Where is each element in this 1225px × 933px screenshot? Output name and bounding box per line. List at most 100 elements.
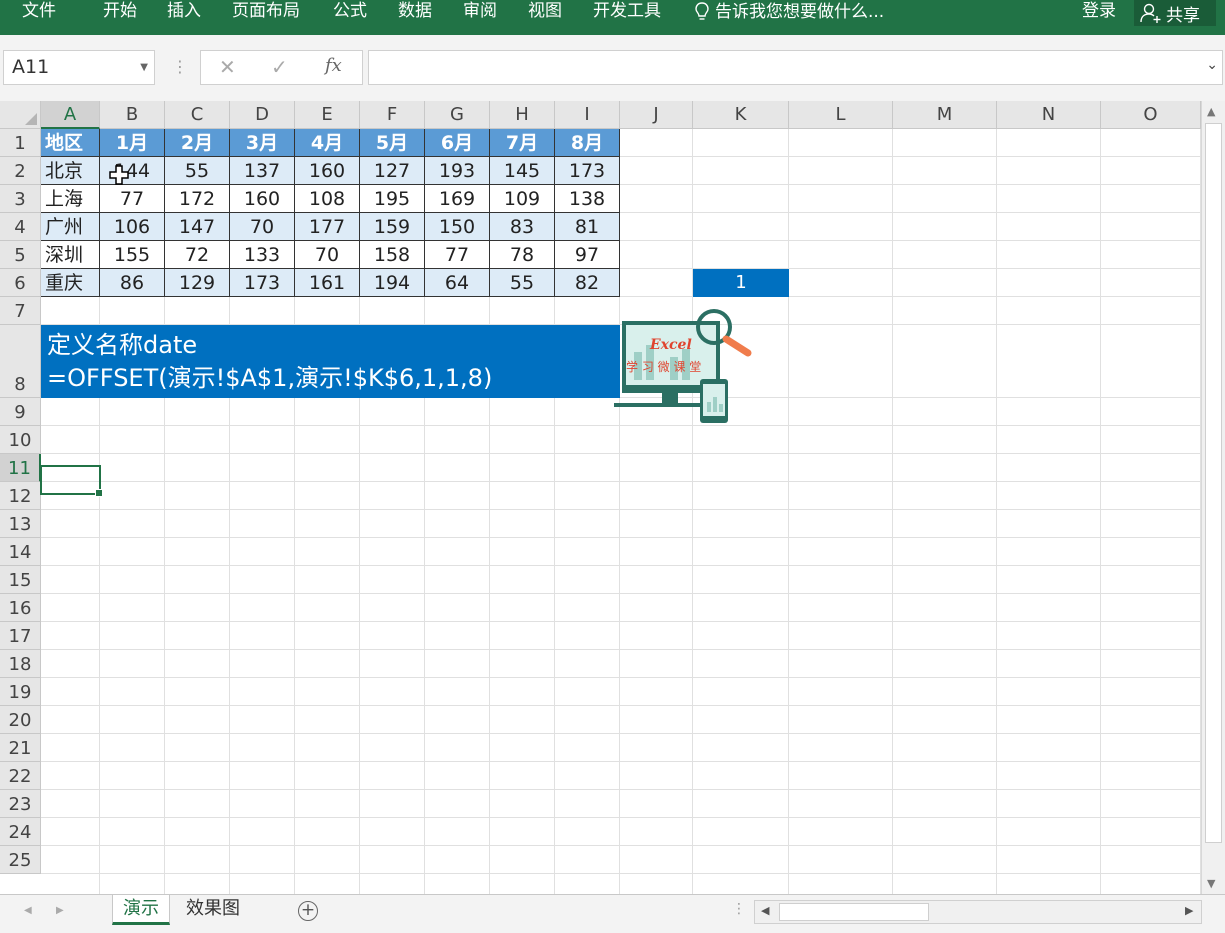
table-header-cell-g[interactable]: 6月: [425, 129, 490, 157]
drag-handle-icon[interactable]: ⋮: [172, 57, 188, 76]
table-cell-e2[interactable]: 160: [295, 157, 360, 185]
tab-formulas[interactable]: 公式: [333, 0, 367, 24]
column-header-a[interactable]: A: [41, 101, 100, 129]
row-header-7[interactable]: 7: [0, 297, 41, 325]
table-header-cell-d[interactable]: 3月: [230, 129, 295, 157]
row-header-17[interactable]: 17: [0, 622, 41, 650]
row-header-21[interactable]: 21: [0, 734, 41, 762]
split-handle-icon[interactable]: ⋮: [732, 901, 746, 917]
row-header-8[interactable]: 8: [0, 325, 41, 398]
select-all-button[interactable]: [0, 101, 41, 129]
table-cell-e3[interactable]: 108: [295, 185, 360, 213]
table-cell-d4[interactable]: 70: [230, 213, 295, 241]
row-header-18[interactable]: 18: [0, 650, 41, 678]
tab-home[interactable]: 开始: [103, 0, 137, 24]
name-box[interactable]: A11 ▼: [3, 50, 155, 85]
column-header-i[interactable]: I: [555, 101, 620, 129]
table-header-cell-c[interactable]: 2月: [165, 129, 230, 157]
horizontal-scrollbar[interactable]: ◀ ▶: [754, 900, 1202, 924]
vertical-scroll-thumb[interactable]: [1205, 123, 1222, 843]
column-header-d[interactable]: D: [230, 101, 295, 129]
table-cell-h2[interactable]: 145: [490, 157, 555, 185]
column-header-b[interactable]: B: [100, 101, 165, 129]
table-header-cell-e[interactable]: 4月: [295, 129, 360, 157]
sheet-tab-demo[interactable]: 演示: [112, 895, 170, 925]
scroll-up-icon[interactable]: ▲: [1207, 105, 1215, 118]
table-cell-a2[interactable]: 北京: [41, 157, 100, 185]
horizontal-scroll-thumb[interactable]: [779, 903, 929, 921]
tab-scroll-left-icon[interactable]: ◀: [24, 905, 32, 916]
table-cell-a4[interactable]: 广州: [41, 213, 100, 241]
table-cell-c2[interactable]: 55: [165, 157, 230, 185]
table-header-cell-b[interactable]: 1月: [100, 129, 165, 157]
column-header-g[interactable]: G: [425, 101, 490, 129]
tell-me-box[interactable]: 告诉我您想要做什么...: [695, 0, 884, 24]
table-cell-a3[interactable]: 上海: [41, 185, 100, 213]
table-cell-a5[interactable]: 深圳: [41, 241, 100, 269]
table-cell-d3[interactable]: 160: [230, 185, 295, 213]
table-cell-i6[interactable]: 82: [555, 269, 620, 297]
table-cell-a6[interactable]: 重庆: [41, 269, 100, 297]
row-header-25[interactable]: 25: [0, 846, 41, 874]
table-cell-b5[interactable]: 155: [100, 241, 165, 269]
table-cell-e4[interactable]: 177: [295, 213, 360, 241]
column-header-l[interactable]: L: [789, 101, 893, 129]
row-header-13[interactable]: 13: [0, 510, 41, 538]
tab-review[interactable]: 审阅: [463, 0, 497, 24]
table-cell-g5[interactable]: 77: [425, 241, 490, 269]
table-cell-b4[interactable]: 106: [100, 213, 165, 241]
formula-input[interactable]: ⌄: [368, 50, 1223, 85]
table-cell-f2[interactable]: 127: [360, 157, 425, 185]
table-header-cell-f[interactable]: 5月: [360, 129, 425, 157]
row-header-9[interactable]: 9: [0, 398, 41, 426]
table-cell-d2[interactable]: 137: [230, 157, 295, 185]
table-cell-i4[interactable]: 81: [555, 213, 620, 241]
table-header-cell-h[interactable]: 7月: [490, 129, 555, 157]
row-header-11[interactable]: 11: [0, 454, 41, 482]
row-header-22[interactable]: 22: [0, 762, 41, 790]
table-cell-c4[interactable]: 147: [165, 213, 230, 241]
expand-formula-icon[interactable]: ⌄: [1206, 57, 1218, 73]
column-header-f[interactable]: F: [360, 101, 425, 129]
tab-page-layout[interactable]: 页面布局: [232, 0, 300, 24]
table-cell-g3[interactable]: 169: [425, 185, 490, 213]
row-header-14[interactable]: 14: [0, 538, 41, 566]
note-block[interactable]: 定义名称date =OFFSET(演示!$A$1,演示!$K$6,1,1,8): [41, 325, 620, 398]
table-cell-e5[interactable]: 70: [295, 241, 360, 269]
table-cell-c6[interactable]: 129: [165, 269, 230, 297]
chevron-down-icon[interactable]: ▼: [140, 51, 148, 84]
login-link[interactable]: 登录: [1082, 0, 1116, 22]
column-header-h[interactable]: H: [490, 101, 555, 129]
row-header-24[interactable]: 24: [0, 818, 41, 846]
table-header-cell-i[interactable]: 8月: [555, 129, 620, 157]
tab-view[interactable]: 视图: [528, 0, 562, 24]
table-cell-e6[interactable]: 161: [295, 269, 360, 297]
tab-scroll-right-icon[interactable]: ▶: [56, 905, 64, 916]
column-header-e[interactable]: E: [295, 101, 360, 129]
active-cell-a11[interactable]: [40, 465, 103, 497]
row-header-16[interactable]: 16: [0, 594, 41, 622]
column-header-m[interactable]: M: [893, 101, 997, 129]
table-cell-f4[interactable]: 159: [360, 213, 425, 241]
table-cell-c3[interactable]: 172: [165, 185, 230, 213]
table-cell-g6[interactable]: 64: [425, 269, 490, 297]
insert-function-button[interactable]: fx: [325, 55, 342, 76]
tab-insert[interactable]: 插入: [167, 0, 201, 24]
share-button[interactable]: 共享: [1134, 0, 1216, 26]
row-header-23[interactable]: 23: [0, 790, 41, 818]
column-header-o[interactable]: O: [1101, 101, 1201, 129]
row-header-2[interactable]: 2: [0, 157, 41, 185]
table-cell-f6[interactable]: 194: [360, 269, 425, 297]
table-header-cell-a[interactable]: 地区: [41, 129, 100, 157]
cell-k6[interactable]: 1: [693, 269, 789, 297]
table-cell-c5[interactable]: 72: [165, 241, 230, 269]
row-header-19[interactable]: 19: [0, 678, 41, 706]
add-sheet-icon[interactable]: +: [298, 901, 318, 921]
scroll-right-icon[interactable]: ▶: [1185, 904, 1193, 917]
row-header-10[interactable]: 10: [0, 426, 41, 454]
row-header-5[interactable]: 5: [0, 241, 41, 269]
worksheet-grid[interactable]: ABCDEFGHIJKLMNO 1 2 3 4 5 6 7 8 9 10 11 12 13 14 15 16 1…: [0, 101, 1201, 894]
row-header-6[interactable]: 6: [0, 269, 41, 297]
table-cell-h5[interactable]: 78: [490, 241, 555, 269]
vertical-scrollbar[interactable]: ▲ ▼: [1201, 101, 1225, 894]
